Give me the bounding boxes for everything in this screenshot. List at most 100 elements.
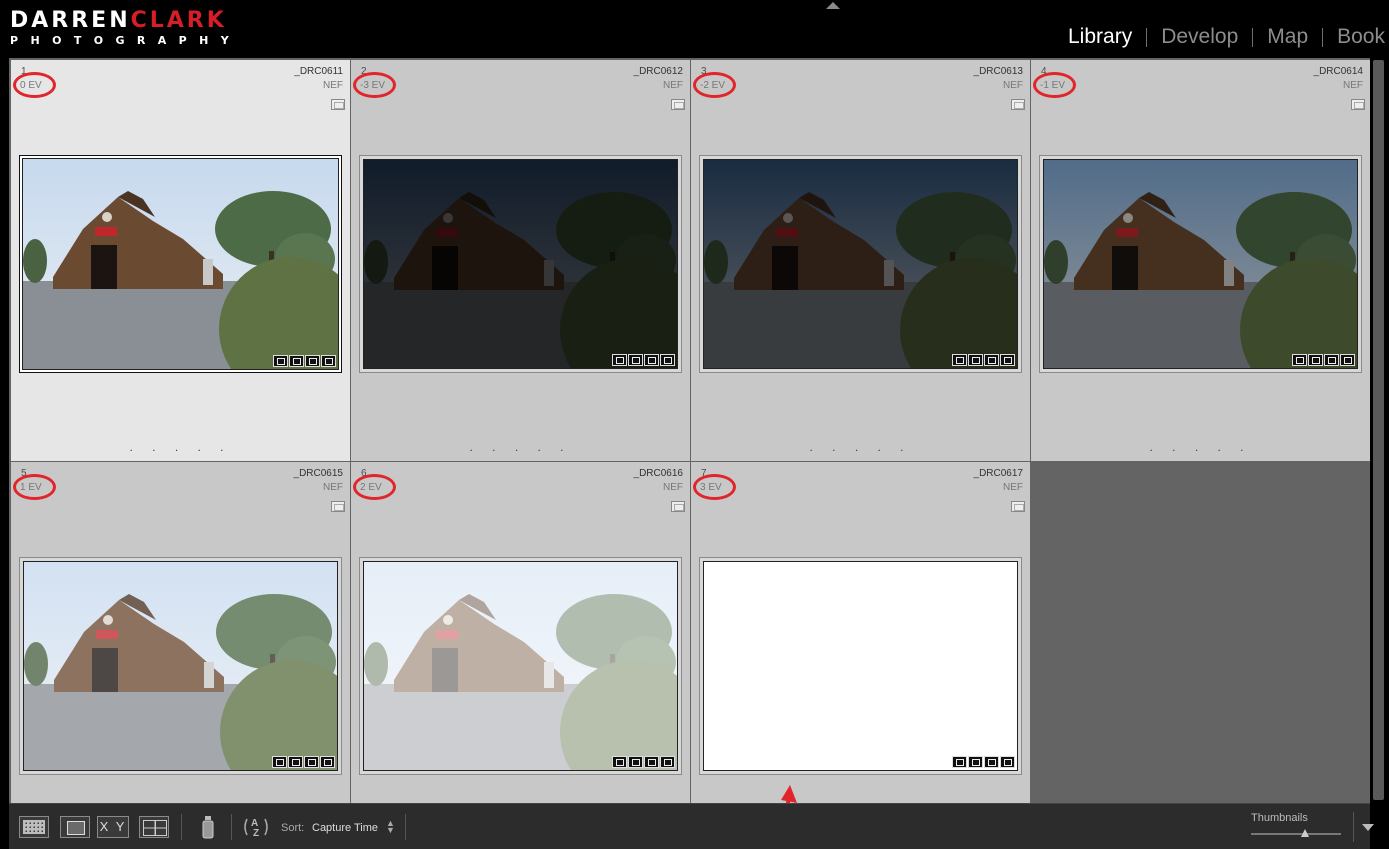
thumbnail-frame[interactable]	[699, 155, 1022, 373]
collection-badge-icon[interactable]	[968, 756, 983, 768]
cell-file-extension: NEF	[323, 80, 343, 91]
develop-badge-icon[interactable]	[321, 355, 336, 367]
keyword-badge-icon[interactable]	[952, 354, 967, 366]
keyword-badge-icon[interactable]	[952, 756, 967, 768]
grid-cell[interactable]: 4 _DRC0614 -1 EV NEF . . . . .	[1031, 60, 1370, 461]
thumbnail-frame[interactable]	[1039, 155, 1362, 373]
develop-badge-icon[interactable]	[1000, 756, 1015, 768]
grid-cell[interactable]: 6 _DRC0616 2 EV NEF	[351, 462, 690, 849]
collection-badge-icon[interactable]	[968, 354, 983, 366]
crop-badge-icon[interactable]	[984, 756, 999, 768]
cell-index-number: 2	[361, 66, 367, 77]
grid-cell[interactable]: 7 _DRC0617 3 EV NEF	[691, 462, 1030, 849]
rating-dots[interactable]: . . . . .	[1031, 441, 1370, 453]
thumbnail-frame[interactable]	[19, 557, 342, 775]
develop-badge-icon[interactable]	[660, 756, 675, 768]
keyword-badge-icon[interactable]	[1292, 354, 1307, 366]
thumbnail-badges	[952, 354, 1015, 366]
thumbnail-image[interactable]	[363, 561, 678, 771]
develop-badge-icon[interactable]	[1340, 354, 1355, 366]
crop-badge-icon[interactable]	[644, 756, 659, 768]
rating-dots[interactable]: . . . . .	[11, 441, 350, 453]
crop-badge-icon[interactable]	[984, 354, 999, 366]
keyword-badge-icon[interactable]	[612, 756, 627, 768]
collection-badge-icon[interactable]	[1308, 354, 1323, 366]
quick-collection-badge-icon[interactable]	[1011, 501, 1025, 512]
thumbnail-size-slider-knob[interactable]	[1301, 829, 1309, 837]
thumbnail-image[interactable]	[23, 561, 338, 771]
thumbnail-frame[interactable]	[359, 557, 682, 775]
crop-badge-icon[interactable]	[1324, 354, 1339, 366]
grid-cell[interactable]: 3 _DRC0613 -2 EV NEF . . . . .	[691, 60, 1030, 461]
grid-cell[interactable]: 1 _DRC0611 0 EV NEF . . . . .	[11, 60, 350, 461]
quick-collection-badge-icon[interactable]	[671, 501, 685, 512]
collapse-top-panel-icon[interactable]	[826, 2, 840, 9]
cell-file-extension: NEF	[1003, 482, 1023, 493]
cell-exposure-value: -2 EV	[700, 80, 726, 91]
thumbnail-image[interactable]	[703, 561, 1018, 771]
svg-text:Z: Z	[253, 828, 259, 839]
grid-scrollbar[interactable]	[1370, 58, 1389, 803]
module-library[interactable]: Library	[1054, 26, 1146, 48]
barn-photo-thumbnail	[24, 562, 337, 770]
keyword-badge-icon[interactable]	[272, 756, 287, 768]
cell-exposure-value: 1 EV	[20, 482, 42, 493]
thumbnail-frame[interactable]	[699, 557, 1022, 843]
develop-badge-icon[interactable]	[1000, 354, 1015, 366]
logo-word-clark: CLARK	[130, 8, 227, 33]
barn-photo-thumbnail	[364, 160, 677, 368]
crop-badge-icon[interactable]	[304, 756, 319, 768]
scrollbar-thumb[interactable]	[1373, 60, 1384, 800]
sort-dropdown[interactable]: Capture Time	[312, 822, 378, 834]
thumbnail-frame[interactable]	[19, 155, 342, 373]
module-book[interactable]: Book	[1323, 26, 1385, 48]
quick-collection-badge-icon[interactable]	[671, 99, 685, 110]
thumbnail-size-slider[interactable]	[1251, 833, 1341, 835]
thumbnail-image[interactable]	[1043, 159, 1358, 369]
develop-badge-icon[interactable]	[660, 354, 675, 366]
thumbnail-badges	[272, 756, 335, 768]
thumbnail-image[interactable]	[703, 159, 1018, 369]
cell-exposure-value: -1 EV	[1040, 80, 1066, 91]
quick-collection-badge-icon[interactable]	[331, 99, 345, 110]
sort-chevron-icon[interactable]: ▲ ▼	[386, 819, 395, 835]
thumbnail-image[interactable]	[22, 158, 339, 370]
compare-view-icon[interactable]: X Y	[97, 816, 129, 838]
crop-badge-icon[interactable]	[305, 355, 320, 367]
grid-view-icon[interactable]	[19, 816, 49, 838]
cell-exposure-value: 2 EV	[360, 482, 382, 493]
collection-badge-icon[interactable]	[628, 756, 643, 768]
sort-label: Sort:	[281, 822, 305, 834]
grid-cell[interactable]: 5 _DRC0615 1 EV NEF	[11, 462, 350, 849]
keyword-badge-icon[interactable]	[273, 355, 288, 367]
library-toolbar: X Y A Z Sort: Capture Time ▲ ▼ Thumbnails	[9, 803, 1374, 849]
collection-badge-icon[interactable]	[289, 355, 304, 367]
cell-exposure-value: 3 EV	[700, 482, 722, 493]
thumbnail-frame[interactable]	[359, 155, 682, 373]
survey-view-icon[interactable]	[139, 816, 169, 838]
cell-file-extension: NEF	[323, 482, 343, 493]
module-develop[interactable]: Develop	[1147, 26, 1252, 48]
module-map[interactable]: Map	[1253, 26, 1322, 48]
collection-badge-icon[interactable]	[288, 756, 303, 768]
loupe-view-icon[interactable]	[60, 816, 90, 838]
barn-photo-thumbnail	[364, 562, 677, 770]
cell-exposure-value: 0 EV	[20, 80, 42, 91]
quick-collection-badge-icon[interactable]	[1011, 99, 1025, 110]
collection-badge-icon[interactable]	[628, 354, 643, 366]
sort-direction-icon[interactable]: A Z	[241, 814, 271, 840]
thumbnails-size-label: Thumbnails	[1251, 812, 1308, 824]
thumbnail-image[interactable]	[363, 159, 678, 369]
crop-badge-icon[interactable]	[644, 354, 659, 366]
toolbar-separator	[231, 814, 232, 840]
grid-cell[interactable]: 2 _DRC0612 -3 EV NEF . . . . .	[351, 60, 690, 461]
develop-badge-icon[interactable]	[320, 756, 335, 768]
quick-collection-badge-icon[interactable]	[1351, 99, 1365, 110]
keyword-badge-icon[interactable]	[612, 354, 627, 366]
cell-filename: _DRC0616	[633, 468, 683, 479]
rating-dots[interactable]: . . . . .	[691, 441, 1030, 453]
toolbar-content-menu-icon[interactable]	[1362, 824, 1374, 831]
rating-dots[interactable]: . . . . .	[351, 441, 690, 453]
painter-icon[interactable]	[201, 814, 215, 840]
quick-collection-badge-icon[interactable]	[331, 501, 345, 512]
